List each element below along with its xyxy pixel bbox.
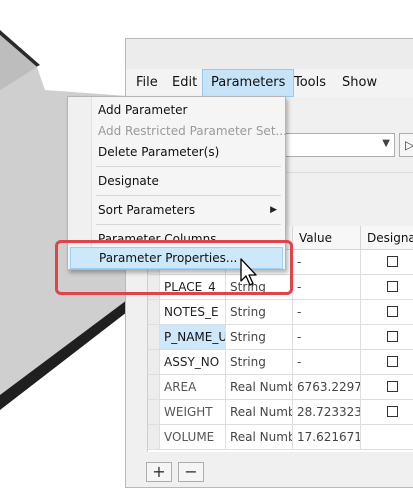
menu-show[interactable]: Show <box>334 69 385 97</box>
arrow-icon: ▷ <box>405 138 413 152</box>
menu-item-sort-parameters[interactable]: Sort Parameters ▶ <box>70 199 283 221</box>
table-row[interactable]: VOLUME Real Numb 17.621671 <box>148 425 413 450</box>
param-value[interactable]: - <box>293 250 361 275</box>
header-designate[interactable]: Designate <box>361 226 413 250</box>
menu-item-delete-parameters[interactable]: Delete Parameter(s) <box>70 141 283 163</box>
table-row[interactable]: AREA Real Numb 6763.229773 <box>148 375 413 400</box>
param-value[interactable]: - <box>293 325 361 350</box>
param-value: 6763.229773 <box>293 375 361 400</box>
menu-item-designate[interactable]: Designate <box>70 170 283 192</box>
menu-edit[interactable]: Edit <box>164 69 205 97</box>
designate-checkbox[interactable] <box>387 331 398 342</box>
param-name[interactable]: NOTES_E <box>160 300 226 325</box>
param-value: 28.723323 <box>293 400 361 425</box>
menu-file[interactable]: File <box>128 69 166 97</box>
menu-tools[interactable]: Tools <box>286 69 334 97</box>
mouse-pointer-icon <box>240 258 257 286</box>
param-type: Real Numb <box>226 375 293 400</box>
menu-parameters[interactable]: Parameters <box>202 69 295 97</box>
designate-checkbox[interactable] <box>387 306 398 317</box>
menu-item-add-parameter[interactable]: Add Parameter <box>70 99 283 121</box>
table-row[interactable]: WEIGHT Real Numb 28.723323 <box>148 400 413 425</box>
menu-separator <box>96 166 281 167</box>
dialog-titlebar <box>126 39 413 69</box>
filter-dropdown[interactable]: ▼ <box>283 133 395 157</box>
param-value: 17.621671 <box>293 425 361 450</box>
param-name[interactable]: WEIGHT <box>160 400 226 425</box>
menubar: File Edit Parameters Tools Show <box>126 69 413 97</box>
param-name[interactable]: VOLUME <box>160 425 226 450</box>
chevron-right-icon: ▶ <box>270 205 277 215</box>
param-type: Real Numb <box>226 400 293 425</box>
param-name[interactable]: P_NAME_U <box>160 325 226 350</box>
designate-checkbox[interactable] <box>387 256 398 267</box>
designate-checkbox[interactable] <box>387 281 398 292</box>
menu-item-add-restricted-parameter-set: Add Restricted Parameter Set... <box>98 124 287 138</box>
designate-checkbox[interactable] <box>387 406 398 417</box>
param-value[interactable]: - <box>293 350 361 375</box>
table-row[interactable]: NOTES_E String - <box>148 300 413 325</box>
param-type: String <box>226 350 293 375</box>
param-name[interactable]: AREA <box>160 375 226 400</box>
param-name[interactable]: ASSY_NO <box>160 350 226 375</box>
param-type: String <box>226 300 293 325</box>
designate-checkbox[interactable] <box>387 381 398 392</box>
param-type: String <box>226 325 293 350</box>
header-value[interactable]: Value <box>293 226 361 250</box>
designate-checkbox[interactable] <box>387 356 398 367</box>
param-value[interactable]: - <box>293 275 361 300</box>
menu-separator <box>96 224 281 225</box>
add-parameter-button[interactable]: + <box>146 462 172 482</box>
param-value[interactable]: - <box>293 300 361 325</box>
table-row[interactable]: P_NAME_U String - <box>148 325 413 350</box>
menu-item-label: Sort Parameters <box>98 203 196 217</box>
remove-parameter-button[interactable]: − <box>178 462 204 482</box>
menu-separator <box>96 195 281 196</box>
chevron-down-icon: ▼ <box>382 138 390 149</box>
param-type: Real Numb <box>226 425 293 450</box>
table-row[interactable]: ASSY_NO String - <box>148 350 413 375</box>
toolbar-button[interactable]: ▷ <box>399 133 413 157</box>
